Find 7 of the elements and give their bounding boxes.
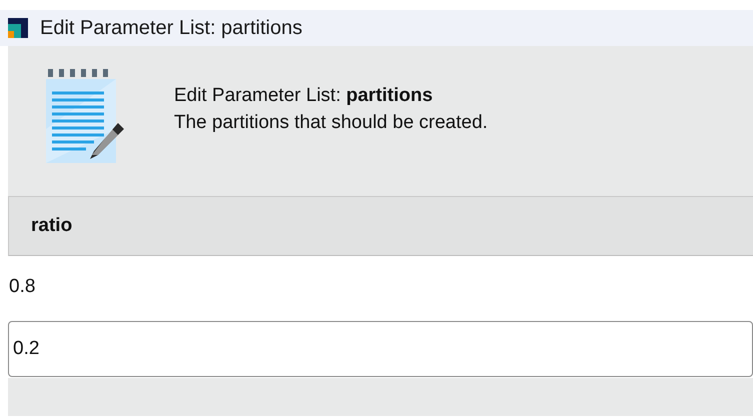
app-logo-icon xyxy=(8,18,28,38)
table-cell: 0.8 xyxy=(8,276,36,298)
column-header[interactable]: ratio xyxy=(9,215,72,237)
input-field[interactable]: 0.2 xyxy=(8,321,753,377)
window-title: Edit Parameter List: partitions xyxy=(40,16,302,40)
dialog-description: The partitions that should be created. xyxy=(174,111,488,135)
dialog-heading: Edit Parameter List: partitions xyxy=(174,84,434,108)
